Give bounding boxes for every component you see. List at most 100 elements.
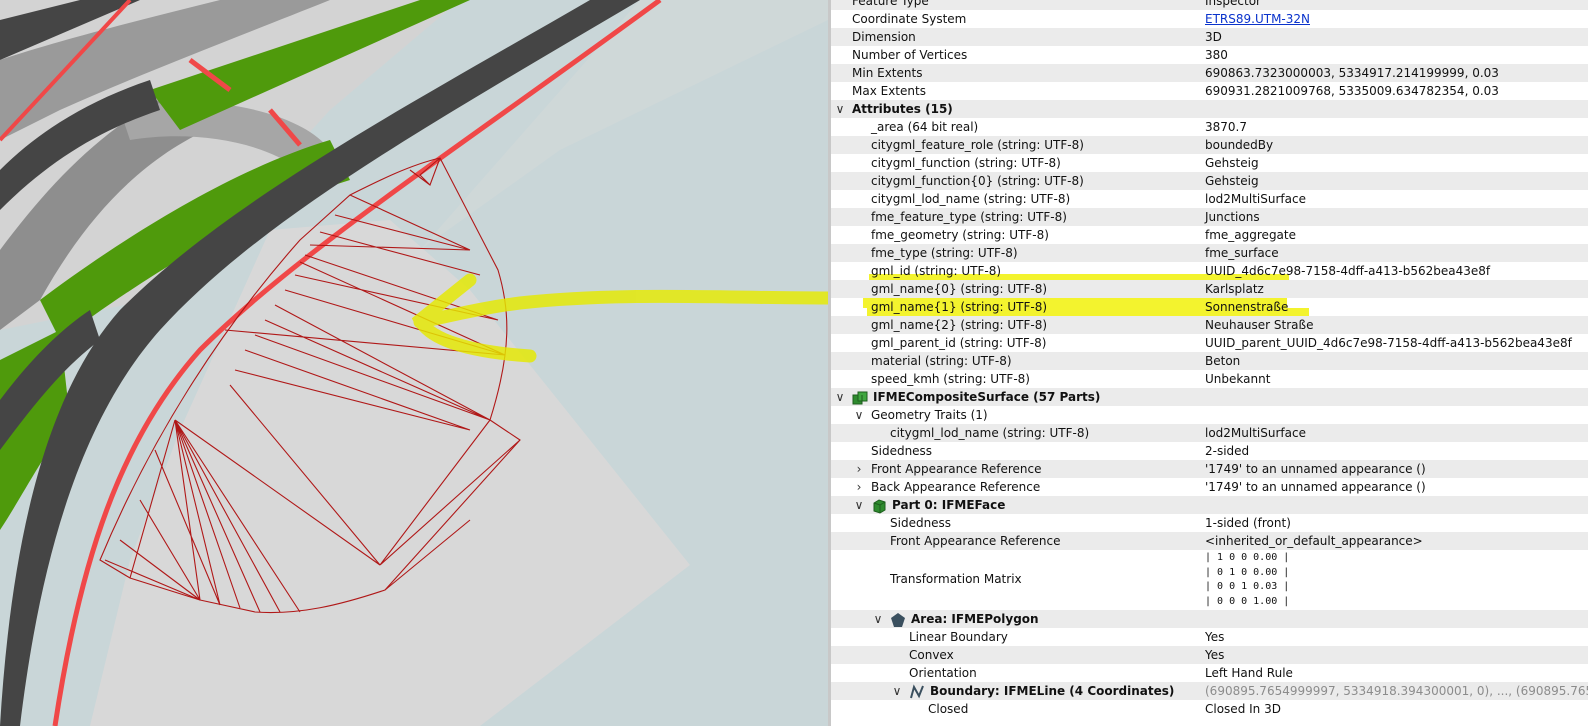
tree-row-value: Yes [1205, 630, 1225, 644]
tree-row-value: Closed In 3D [1205, 702, 1281, 716]
map-canvas[interactable] [0, 0, 828, 726]
tree-row-label: fme_feature_type (string: UTF-8) [871, 210, 1067, 224]
chevron-down-icon[interactable]: ∨ [834, 390, 846, 404]
tree-row[interactable]: citygml_lod_name (string: UTF-8) lod2Mult… [831, 424, 1588, 442]
tree-row-label: Dimension [852, 30, 916, 44]
line-icon [909, 684, 925, 700]
tree-row-label: _area (64 bit real) [871, 120, 979, 134]
tree-row[interactable]: Max Extents 690931.2821009768, 5335009.63… [831, 82, 1588, 100]
tree-row[interactable]: ∨ Area: IFMEPolygon [831, 610, 1588, 628]
tree-row-value: UUID_parent_UUID_4d6c7e98-7158-4dff-a413… [1205, 336, 1572, 350]
tree-row-value: Junctions [1205, 210, 1260, 224]
tree-row-label: fme_type (string: UTF-8) [871, 246, 1018, 260]
tree-row-label: citygml_function (string: UTF-8) [871, 156, 1061, 170]
tree-row[interactable]: Feature Type Inspector [831, 0, 1588, 10]
tree-row-label: Front Appearance Reference [890, 534, 1061, 548]
tree-row-value: fme_aggregate [1205, 228, 1296, 242]
tree-row[interactable]: citygml_feature_role (string: UTF-8) boun… [831, 136, 1588, 154]
tree-row[interactable]: Sidedness 1-sided (front) [831, 514, 1588, 532]
tree-row-value: Gehsteig [1205, 156, 1259, 170]
tree-row-label: Area: IFMEPolygon [911, 612, 1039, 626]
matrix-row: | 0 0 1 0.03 | [1205, 581, 1290, 592]
tree-row[interactable]: Min Extents 690863.7323000003, 5334917.21… [831, 64, 1588, 82]
tree-row[interactable]: Orientation Left Hand Rule [831, 664, 1588, 682]
polygon-icon [890, 612, 906, 628]
chevron-down-icon[interactable]: ∨ [891, 684, 903, 698]
tree-row[interactable]: gml_name{2} (string: UTF-8) Neuhauser Str… [831, 316, 1588, 334]
tree-row-label: fme_geometry (string: UTF-8) [871, 228, 1049, 242]
tree-row[interactable]: ∨ Part 0: IFMEFace [831, 496, 1588, 514]
tree-row[interactable]: ∨ Boundary: IFMELine (4 Coordinates) (6908… [831, 682, 1588, 700]
face-cube-icon [871, 498, 887, 514]
tree-row-value: 3D [1205, 30, 1222, 44]
coordinate-system-link[interactable]: ETRS89.UTM-32N [1205, 12, 1310, 26]
tree-row-value: lod2MultiSurface [1205, 426, 1306, 440]
tree-row[interactable]: gml_name{0} (string: UTF-8) Karlsplatz [831, 280, 1588, 298]
sidewalk-strip [420, 0, 828, 250]
tree-row[interactable]: › Back Appearance Reference '1749' to an u… [831, 478, 1588, 496]
tree-row[interactable]: gml_id (string: UTF-8) UUID_4d6c7e98-7158… [831, 262, 1588, 280]
chevron-down-icon[interactable]: ∨ [872, 612, 884, 626]
tree-row[interactable]: ∨ Attributes (15) [831, 100, 1588, 118]
tree-row[interactable]: Transformation Matrix | 1 0 0 0.00 | | 0 1… [831, 550, 1588, 610]
tree-row[interactable]: › Front Appearance Reference '1749' to an … [831, 460, 1588, 478]
tree-row-value: 2-sided [1205, 444, 1250, 458]
composite-surface-icon [852, 390, 868, 406]
chevron-down-icon[interactable]: ∨ [853, 498, 865, 512]
tree-row[interactable]: Dimension 3D [831, 28, 1588, 46]
tree-row[interactable]: gml_name{1} (string: UTF-8) Sonnenstraße [831, 298, 1588, 316]
tree-row-value: Sonnenstraße [1205, 300, 1289, 314]
tree-row-label: gml_id (string: UTF-8) [871, 264, 1002, 278]
chevron-right-icon[interactable]: › [853, 462, 865, 476]
tree-row[interactable]: fme_feature_type (string: UTF-8) Junction… [831, 208, 1588, 226]
tree-row[interactable]: gml_parent_id (string: UTF-8) UUID_parent… [831, 334, 1588, 352]
chevron-right-icon[interactable]: › [853, 480, 865, 494]
tree-row[interactable]: Closed Closed In 3D [831, 700, 1588, 718]
tree-row[interactable]: citygml_function (string: UTF-8) Gehsteig [831, 154, 1588, 172]
tree-row-value: 690931.2821009768, 5335009.634782354, 0.… [1205, 84, 1499, 98]
tree-row-label: citygml_lod_name (string: UTF-8) [890, 426, 1090, 440]
tree-row-label: citygml_lod_name (string: UTF-8) [871, 192, 1071, 206]
tree-row-value: Unbekannt [1205, 372, 1271, 386]
tree-row[interactable]: Number of Vertices 380 [831, 46, 1588, 64]
tree-row-value: 380 [1205, 48, 1228, 62]
tree-row-label: Front Appearance Reference [871, 462, 1042, 476]
tree-row-label: gml_name{0} (string: UTF-8) [871, 282, 1048, 296]
tree-row-value: '1749' to an unnamed appearance () [1205, 480, 1426, 494]
tree-row[interactable]: Convex Yes [831, 646, 1588, 664]
tree-row[interactable]: ∨ IFMECompositeSurface (57 Parts) [831, 388, 1588, 406]
tree-row[interactable]: material (string: UTF-8) Beton [831, 352, 1588, 370]
tree-row-label: Closed [928, 702, 969, 716]
tree-row-value: 690863.7323000003, 5334917.214199999, 0.… [1205, 66, 1499, 80]
tree-row[interactable]: citygml_function{0} (string: UTF-8) Gehst… [831, 172, 1588, 190]
tree-row-value: boundedBy [1205, 138, 1274, 152]
tree-row-label: Back Appearance Reference [871, 480, 1041, 494]
tree-row[interactable]: ∨ Geometry Traits (1) [831, 406, 1588, 424]
map-view[interactable] [0, 0, 828, 726]
tree-row[interactable]: Sidedness 2-sided [831, 442, 1588, 460]
tree-row[interactable]: fme_type (string: UTF-8) fme_surface [831, 244, 1588, 262]
tree-row-value: lod2MultiSurface [1205, 192, 1306, 206]
tree-row-label: Orientation [909, 666, 977, 680]
tree-row-label: Part 0: IFMEFace [892, 498, 1006, 512]
tree-row-label: IFMECompositeSurface (57 Parts) [873, 390, 1101, 404]
tree-row[interactable]: citygml_lod_name (string: UTF-8) lod2Mult… [831, 190, 1588, 208]
tree-row-label: citygml_function{0} (string: UTF-8) [871, 174, 1084, 188]
transformation-matrix-value: | 1 0 0 0.00 | | 0 1 0 0.00 | | 0 0 1 0.03… [1205, 551, 1289, 609]
tree-row[interactable]: fme_geometry (string: UTF-8) fme_aggregat… [831, 226, 1588, 244]
tree-row[interactable]: Coordinate System ETRS89.UTM-32N [831, 10, 1588, 28]
tree-row-label: Geometry Traits (1) [871, 408, 988, 422]
tree-row-value: 1-sided (front) [1205, 516, 1291, 530]
tree-row[interactable]: Front Appearance Reference <inherited_or_… [831, 532, 1588, 550]
matrix-row: | 0 0 0 1.00 | [1205, 595, 1290, 607]
tree-row[interactable]: _area (64 bit real) 3870.7 [831, 118, 1588, 136]
chevron-down-icon[interactable]: ∨ [853, 408, 865, 422]
tree-row-value: Beton [1205, 354, 1241, 368]
tree-row-value: (690895.7654999997, 5334918.394300001, 0… [1205, 684, 1588, 698]
tree-row-label: gml_parent_id (string: UTF-8) [871, 336, 1047, 350]
tree-row[interactable]: Linear Boundary Yes [831, 628, 1588, 646]
chevron-down-icon[interactable]: ∨ [834, 102, 846, 116]
feature-information-panel[interactable]: Feature Type Inspector Coordinate System ET… [831, 0, 1588, 726]
tree-row[interactable]: speed_kmh (string: UTF-8) Unbekannt [831, 370, 1588, 388]
tree-row-value: <inherited_or_default_appearance> [1205, 534, 1423, 548]
